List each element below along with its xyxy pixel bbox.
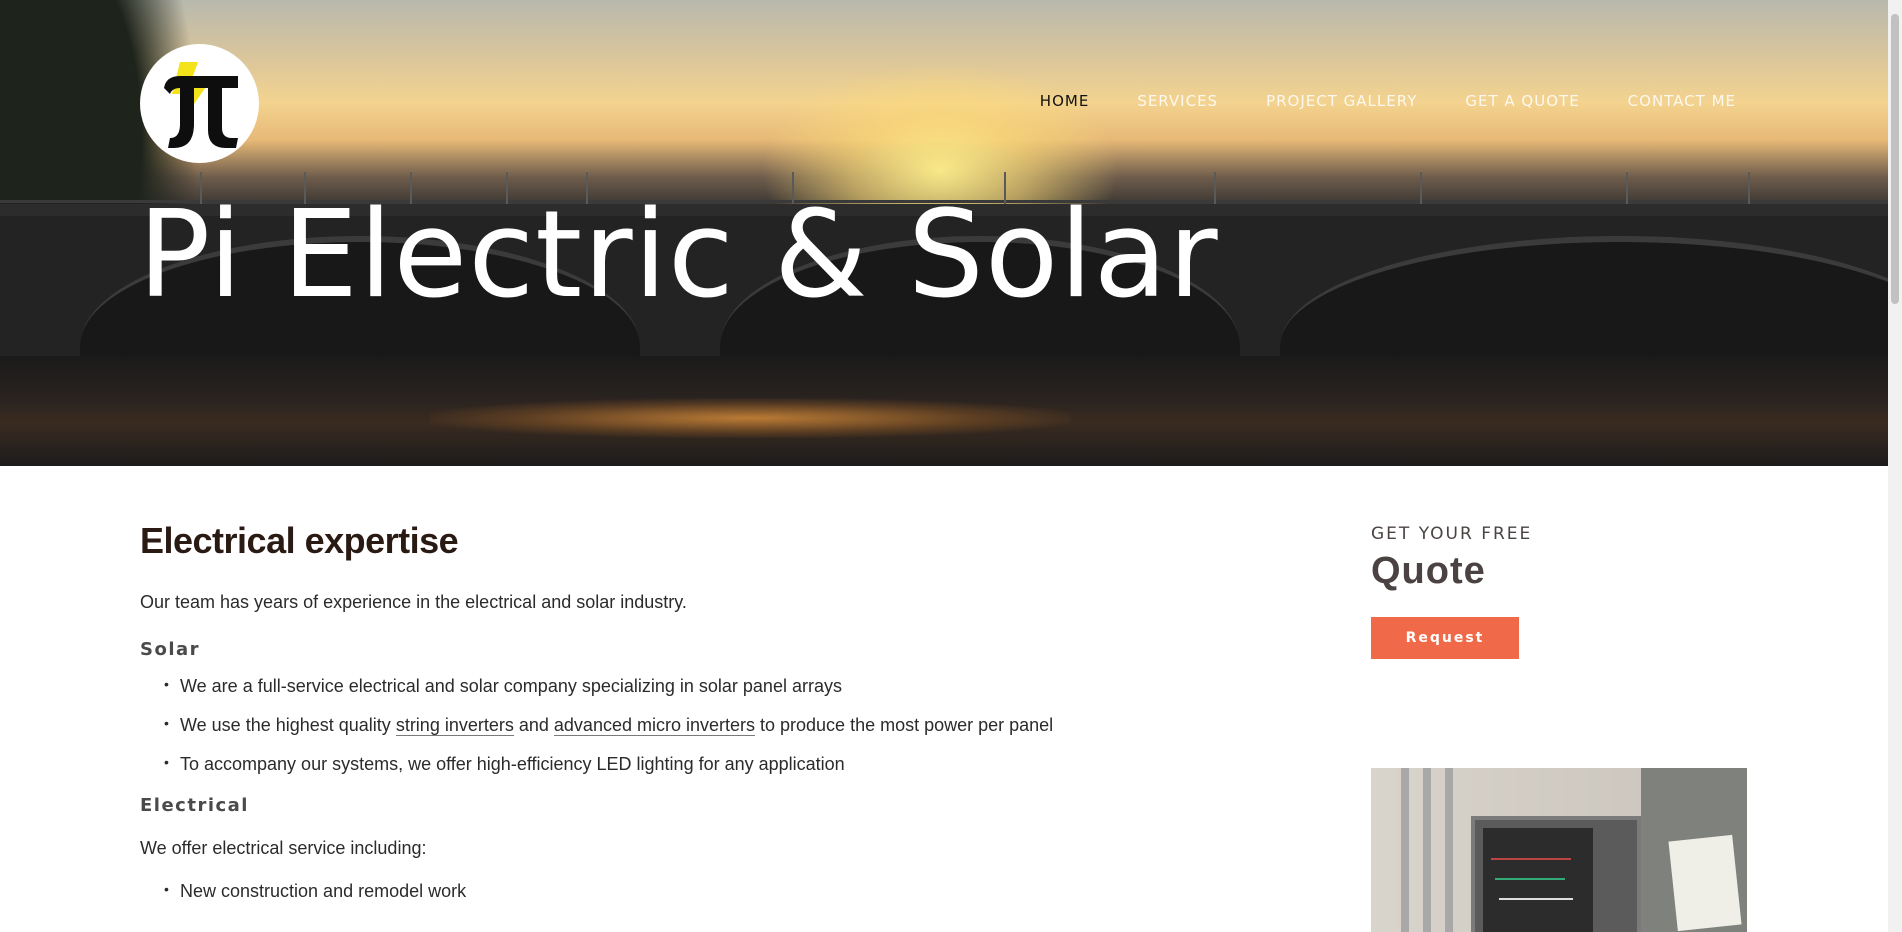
hero-banner: HOME SERVICES PROJECT GALLERY GET A QUOT… xyxy=(0,0,1888,466)
solar-list: We are a full-service electrical and sol… xyxy=(164,676,1053,775)
conduit xyxy=(1423,768,1431,932)
conduit xyxy=(1445,768,1453,932)
lamp-post xyxy=(1748,172,1750,204)
quote-kicker: GET YOUR FREE xyxy=(1371,524,1533,544)
solar-heading: Solar xyxy=(140,639,201,660)
list-item: New construction and remodel work xyxy=(164,881,1040,902)
nav-home[interactable]: HOME xyxy=(1040,92,1090,110)
list-item: We use the highest quality string invert… xyxy=(164,715,1053,736)
wire xyxy=(1499,898,1573,900)
list-item-text: We use the highest quality xyxy=(180,715,396,735)
list-item-text: to produce the most power per panel xyxy=(755,715,1054,735)
main-content: Electrical expertise Our team has years … xyxy=(140,520,1053,920)
main-nav: HOME SERVICES PROJECT GALLERY GET A QUOT… xyxy=(992,92,1736,110)
site-title: Pi Electric & Solar xyxy=(138,186,1219,325)
list-item-text: and xyxy=(513,715,554,735)
pi-logo[interactable] xyxy=(140,44,259,163)
quote-title: Quote xyxy=(1371,550,1486,592)
wire xyxy=(1491,858,1571,860)
string-inverters-link[interactable]: string inverters xyxy=(395,715,514,736)
scrollbar-thumb[interactable] xyxy=(1891,14,1899,304)
electrical-heading: Electrical xyxy=(140,795,249,816)
electrical-panel-photo xyxy=(1371,768,1747,932)
section-heading: Electrical expertise xyxy=(140,520,459,561)
intro-text: Our team has years of experience in the … xyxy=(140,592,687,612)
list-item: To accompany our systems, we offer high-… xyxy=(164,754,1040,775)
quote-sidebar: GET YOUR FREE Quote Request xyxy=(1371,524,1747,659)
wire xyxy=(1495,878,1565,880)
sunset-reflection xyxy=(430,398,1070,438)
pi-lightning-icon xyxy=(163,61,238,148)
lamp-post xyxy=(1420,172,1422,204)
panel-label-sheet xyxy=(1668,834,1742,932)
list-item: We are a full-service electrical and sol… xyxy=(164,676,1040,697)
lamp-post xyxy=(1626,172,1628,204)
electrical-list: New construction and remodel work xyxy=(164,881,1040,902)
nav-contact-me[interactable]: CONTACT ME xyxy=(1628,92,1736,110)
electrical-intro: We offer electrical service including: xyxy=(140,838,427,858)
conduit xyxy=(1401,768,1409,932)
nav-get-a-quote[interactable]: GET A QUOTE xyxy=(1465,92,1579,110)
nav-project-gallery[interactable]: PROJECT GALLERY xyxy=(1266,92,1417,110)
request-button[interactable]: Request xyxy=(1371,617,1519,659)
micro-inverters-link[interactable]: advanced micro inverters xyxy=(553,715,755,736)
panel-interior xyxy=(1483,828,1593,932)
nav-services[interactable]: SERVICES xyxy=(1137,92,1218,110)
page-scrollbar[interactable] xyxy=(1888,0,1902,932)
